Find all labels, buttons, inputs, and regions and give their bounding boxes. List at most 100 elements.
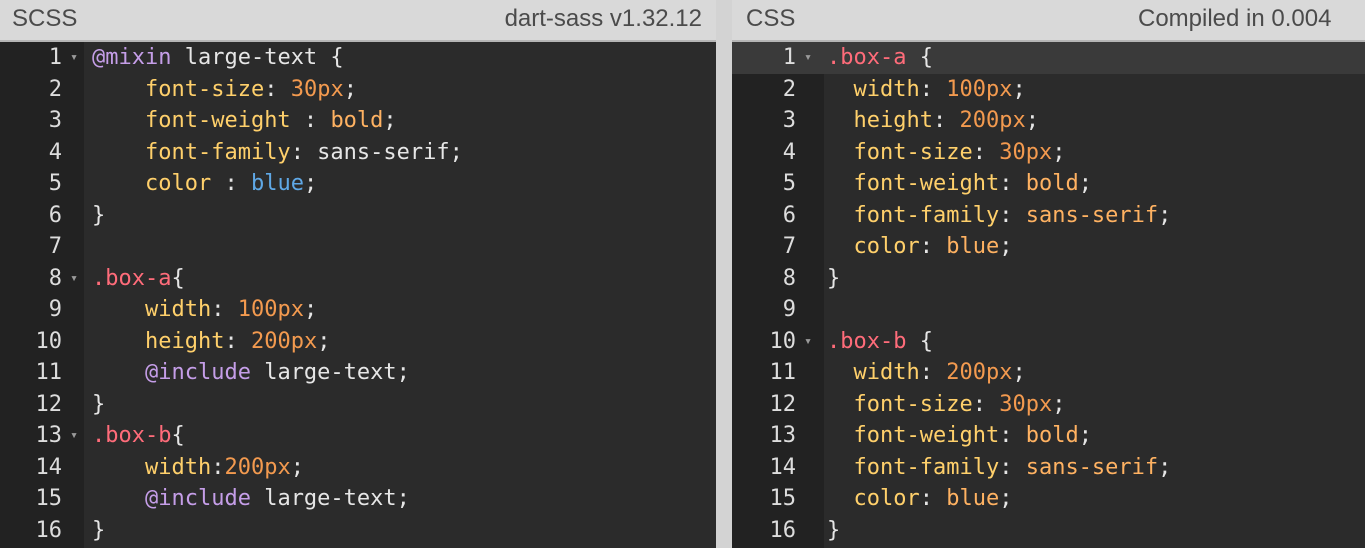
code-line[interactable]: 9	[732, 294, 1365, 326]
code-token: 30px	[999, 391, 1053, 417]
scss-code-area[interactable]: 1 ▾ @mixin large-text {2 font-size: 30px; 3…	[0, 42, 716, 546]
code-line[interactable]: 9 width: 100px;	[0, 294, 716, 326]
code-text: color: blue;	[827, 483, 1013, 515]
code-token: ;	[1078, 171, 1092, 196]
code-token: font-family	[853, 454, 1000, 480]
code-line[interactable]: 7 color: blue;	[732, 231, 1365, 263]
code-text: width: 100px;	[827, 74, 1026, 106]
code-token: 200px	[250, 328, 318, 354]
css-code-area[interactable]: 1 ▾ .box-a {2 width: 100px; 3 height: 200px…	[732, 42, 1365, 546]
code-text: width: 100px;	[92, 294, 317, 326]
code-token: ;	[1012, 360, 1026, 385]
code-text: }	[827, 515, 840, 547]
code-token: ;	[1158, 202, 1172, 228]
code-line[interactable]: 10 height: 200px;	[0, 326, 716, 358]
code-line[interactable]: 15 color: blue;	[732, 483, 1365, 515]
code-line[interactable]: 15 @include large-text;	[0, 483, 716, 515]
code-token: ;	[290, 454, 304, 480]
fold-arrow-icon[interactable]: ▾	[68, 42, 80, 74]
code-token: :	[211, 454, 225, 480]
line-number: 1	[48, 45, 62, 70]
code-token: color	[853, 486, 920, 511]
code-line[interactable]: 1 ▾ .box-a {	[732, 42, 1365, 74]
code-token: ;	[383, 108, 397, 133]
code-token: .box-b	[827, 328, 907, 354]
code-token: ;	[1012, 76, 1026, 102]
code-line[interactable]: 6 font-family: sans-serif;	[732, 200, 1365, 232]
pane-resize-divider[interactable]	[716, 0, 732, 548]
code-line[interactable]: 5 color : blue;	[0, 168, 716, 200]
code-text: height: 200px;	[92, 326, 330, 358]
code-line[interactable]: 13 ▾ .box-b{	[0, 420, 716, 452]
code-line[interactable]: 10 ▾ .box-b {	[732, 326, 1365, 358]
code-token: width	[853, 360, 920, 385]
code-token: color	[853, 234, 920, 259]
line-number: 1	[782, 45, 796, 70]
code-line[interactable]: 8 ▾ .box-a{	[0, 263, 716, 295]
code-token: .box-b	[92, 423, 172, 448]
scss-editor-pane[interactable]: SCSS dart-sass v1.32.12 1 ▾ @mixin large-t…	[0, 0, 716, 548]
css-output-pane[interactable]: CSS Compiled in 0.004 1 ▾ .box-a {2 width:…	[732, 0, 1365, 548]
fold-arrow-icon[interactable]: ▾	[68, 263, 80, 295]
code-token: font-size	[144, 76, 265, 102]
code-line[interactable]: 4 font-family: sans-serif;	[0, 137, 716, 169]
code-line[interactable]: 14 font-family: sans-serif;	[732, 452, 1365, 484]
code-token: font-family	[144, 139, 291, 165]
code-line[interactable]: 12}	[0, 389, 716, 421]
code-token: bold	[1025, 423, 1079, 448]
code-token: sans-serif	[1025, 202, 1159, 228]
code-text: .box-a {	[827, 42, 933, 74]
code-line[interactable]: 16}	[0, 515, 716, 547]
line-number: 14	[35, 454, 63, 480]
code-line[interactable]: 5 font-weight: bold;	[732, 168, 1365, 200]
fold-arrow-icon[interactable]: ▾	[802, 326, 814, 358]
fold-arrow-icon[interactable]: ▾	[68, 420, 80, 452]
code-line[interactable]: 14 width:200px;	[0, 452, 716, 484]
code-line[interactable]: 12 font-size: 30px;	[732, 389, 1365, 421]
line-number: 6	[782, 202, 796, 228]
code-text: @include large-text;	[92, 483, 410, 515]
code-line[interactable]: 11 @include large-text;	[0, 357, 716, 389]
code-line[interactable]: 3 height: 200px;	[732, 105, 1365, 137]
code-line[interactable]: 4 font-size: 30px;	[732, 137, 1365, 169]
css-pane-title: CSS	[746, 5, 796, 32]
scss-pane-title: SCSS	[12, 5, 78, 32]
code-line[interactable]: 8}	[732, 263, 1365, 295]
code-line[interactable]: 2 font-size: 30px;	[0, 74, 716, 106]
code-text: width: 200px;	[827, 357, 1026, 389]
line-number: 3	[782, 108, 796, 133]
code-line[interactable]: 2 width: 100px;	[732, 74, 1365, 106]
code-line[interactable]: 16}	[732, 515, 1365, 547]
code-token: {	[906, 328, 933, 354]
code-token: :	[999, 454, 1026, 480]
code-line[interactable]: 7	[0, 231, 716, 263]
code-token: bold	[330, 108, 384, 133]
code-token: ;	[999, 234, 1013, 259]
fold-arrow-icon[interactable]: ▾	[802, 42, 814, 74]
code-line[interactable]: 1 ▾ @mixin large-text {	[0, 42, 716, 74]
line-number: 4	[48, 139, 62, 165]
code-line[interactable]: 13 font-weight: bold;	[732, 420, 1365, 452]
code-text: font-size: 30px;	[827, 389, 1066, 421]
code-token: :	[211, 171, 251, 196]
code-token: 100px	[946, 76, 1013, 102]
code-token: {	[906, 45, 933, 70]
code-token: ;	[343, 76, 357, 102]
code-line[interactable]: 11 width: 200px;	[732, 357, 1365, 389]
code-text: font-size: 30px;	[92, 74, 357, 106]
code-line[interactable]: 6}	[0, 200, 716, 232]
code-token: :	[919, 76, 947, 102]
code-token: :	[290, 108, 331, 133]
code-text: }	[92, 200, 105, 232]
code-token: height	[853, 108, 933, 133]
code-line[interactable]: 3 font-weight : bold;	[0, 105, 716, 137]
code-token: :	[999, 423, 1026, 448]
code-text: font-weight: bold;	[827, 420, 1092, 452]
line-number: 11	[769, 360, 797, 385]
code-text: .box-b {	[827, 326, 933, 358]
